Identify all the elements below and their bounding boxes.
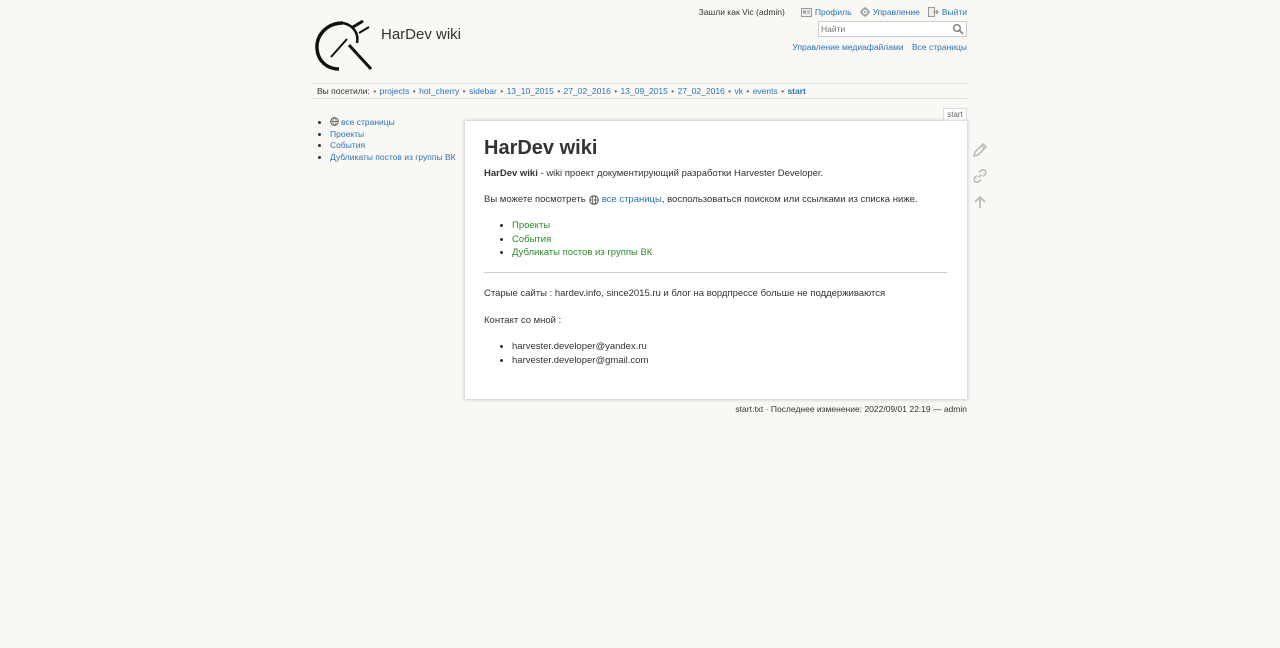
media-manager-link[interactable]: Управление медиафайлами bbox=[792, 42, 903, 52]
breadcrumb-item[interactable]: 27_02_2016 bbox=[564, 86, 611, 96]
back-to-top-arrow-icon[interactable] bbox=[971, 193, 989, 211]
intro-paragraph: HarDev wiki - wiki проект документирующи… bbox=[484, 167, 823, 180]
nav-text-after: , воспользоваться поиском или ссылками и… bbox=[661, 194, 918, 205]
all-pages-inline-link[interactable]: все страницы bbox=[602, 193, 662, 206]
breadcrumb-separator: • bbox=[410, 86, 419, 96]
breadcrumb-current[interactable]: start bbox=[787, 86, 805, 96]
sidebar-item-label[interactable]: все страницы bbox=[341, 117, 395, 127]
admin-link-label: Управление bbox=[872, 7, 920, 17]
logout-icon bbox=[927, 7, 939, 17]
admin-link[interactable]: Управление bbox=[859, 7, 920, 17]
contacts-list: harvester.developer@yandex.ru harvester.… bbox=[484, 340, 648, 367]
contact-label: Контакт со мной : bbox=[484, 315, 562, 326]
sidebar: все страницы Проекты События Дубликаты п… bbox=[317, 117, 456, 163]
profile-link-label: Профиль bbox=[814, 7, 852, 17]
backlinks-chain-icon[interactable] bbox=[971, 167, 989, 185]
breadcrumb: Вы посетили: • projects • hot_cherry • s… bbox=[313, 83, 967, 99]
breadcrumb-separator: • bbox=[725, 86, 734, 96]
page-id-tab: start bbox=[943, 108, 967, 121]
sickle-logo-icon bbox=[315, 19, 373, 71]
site-title[interactable]: HarDev wiki bbox=[381, 26, 461, 43]
breadcrumb-item[interactable]: vk bbox=[735, 86, 744, 96]
sidebar-item-projects[interactable]: Проекты bbox=[330, 129, 456, 141]
doc-info: start.txt · Последнее изменение: 2022/09… bbox=[735, 404, 967, 414]
globe-icon bbox=[588, 194, 599, 205]
contact-email: harvester.developer@yandex.ru bbox=[512, 340, 648, 354]
search-input[interactable] bbox=[819, 22, 949, 36]
sidebar-list: все страницы Проекты События Дубликаты п… bbox=[317, 117, 456, 163]
logout-link-label: Выйти bbox=[941, 7, 967, 17]
breadcrumb-separator: • bbox=[744, 86, 752, 96]
list-item: Проекты bbox=[512, 219, 652, 233]
breadcrumb-item[interactable]: 13_10_2015 bbox=[507, 86, 554, 96]
page-content: HarDev wiki HarDev wiki - wiki проект до… bbox=[465, 121, 967, 399]
breadcrumb-item[interactable]: hot_cherry bbox=[419, 86, 459, 96]
breadcrumb-separator: • bbox=[460, 86, 468, 96]
navigation-paragraph: Вы можете посмотреть все страницы , восп… bbox=[484, 193, 918, 206]
gear-icon bbox=[859, 7, 870, 17]
breadcrumb-item[interactable]: 13_09_2015 bbox=[621, 86, 668, 96]
page-tools bbox=[971, 141, 989, 219]
site-logo[interactable] bbox=[313, 17, 375, 71]
sidebar-item-label[interactable]: События bbox=[330, 140, 365, 150]
sidebar-item-label[interactable]: Дубликаты постов из группы ВК bbox=[330, 152, 456, 162]
breadcrumb-separator: • bbox=[554, 86, 563, 96]
breadcrumb-label: Вы посетили: bbox=[317, 86, 370, 96]
breadcrumb-item[interactable]: sidebar bbox=[469, 86, 497, 96]
nav-text-before: Вы можете посмотреть bbox=[484, 194, 586, 205]
edit-pencil-icon[interactable] bbox=[971, 141, 989, 159]
vk-duplicates-link[interactable]: Дубликаты постов из группы ВК bbox=[512, 247, 652, 258]
contact-email: harvester.developer@gmail.com bbox=[512, 354, 648, 368]
breadcrumb-separator: • bbox=[611, 86, 620, 96]
list-item: Дубликаты постов из группы ВК bbox=[512, 246, 652, 260]
events-link[interactable]: События bbox=[512, 234, 551, 245]
section-links-list: Проекты События Дубликаты постов из груп… bbox=[484, 219, 652, 260]
site-tools: Управление медиафайлами Все страницы bbox=[786, 42, 967, 52]
profile-link[interactable]: Профиль bbox=[800, 7, 852, 17]
intro-text: - wiki проект документирующий разработки… bbox=[537, 168, 824, 179]
globe-icon bbox=[330, 117, 339, 126]
breadcrumb-separator: • bbox=[373, 86, 377, 96]
list-item: События bbox=[512, 233, 652, 247]
doc-last-modified: · Последнее изменение: 2022/09/01 22:19 … bbox=[763, 404, 967, 414]
search-icon[interactable] bbox=[952, 23, 964, 35]
search-form bbox=[818, 21, 967, 37]
sidebar-item-all-pages[interactable]: все страницы bbox=[330, 117, 456, 129]
breadcrumb-item[interactable]: events bbox=[753, 86, 778, 96]
profile-card-icon bbox=[800, 7, 812, 17]
all-pages-link[interactable]: Все страницы bbox=[912, 42, 967, 52]
projects-link[interactable]: Проекты bbox=[512, 220, 550, 231]
logout-link[interactable]: Выйти bbox=[927, 7, 967, 17]
breadcrumb-separator: • bbox=[497, 86, 506, 96]
sidebar-item-label[interactable]: Проекты bbox=[330, 129, 364, 139]
user-tools: Зашли как Vic (admin) Профиль Управление… bbox=[699, 6, 967, 18]
sidebar-item-vk-duplicates[interactable]: Дубликаты постов из группы ВК bbox=[330, 152, 456, 164]
divider bbox=[484, 272, 947, 273]
logged-in-as: Зашли как Vic (admin) bbox=[698, 7, 785, 17]
breadcrumb-separator: • bbox=[778, 86, 787, 96]
breadcrumb-item[interactable]: 27_02_2016 bbox=[678, 86, 725, 96]
breadcrumb-separator: • bbox=[668, 86, 677, 96]
doc-filename: start.txt bbox=[735, 404, 764, 414]
sidebar-item-events[interactable]: События bbox=[330, 140, 456, 152]
page-title: HarDev wiki bbox=[484, 137, 598, 159]
old-sites-paragraph: Старые сайты : hardev.info, since2015.ru… bbox=[484, 288, 886, 299]
breadcrumb-item[interactable]: projects bbox=[380, 86, 410, 96]
intro-bold: HarDev wiki bbox=[484, 168, 538, 179]
